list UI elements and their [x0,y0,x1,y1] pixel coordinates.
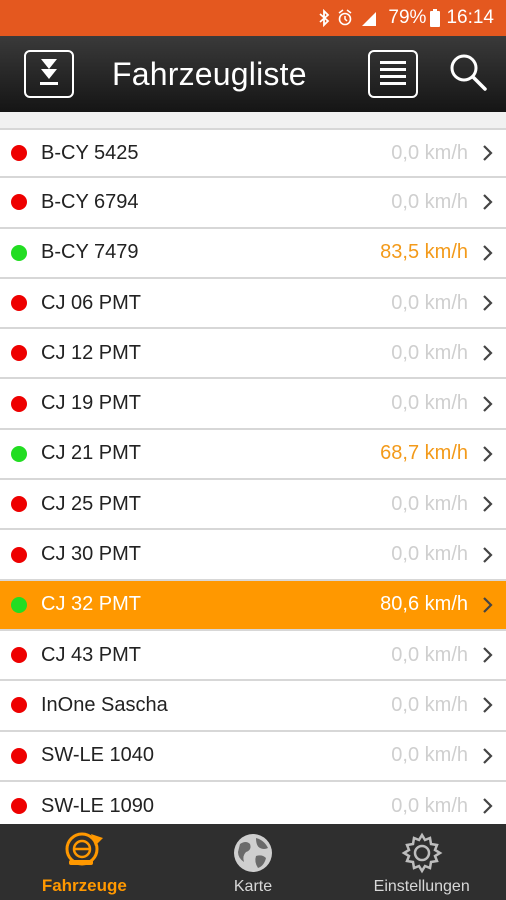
vehicle-name: CJ 19 PMT [41,392,142,415]
status-dot [11,194,27,211]
vehicle-name: CJ 30 PMT [41,543,142,566]
globe-icon [230,830,276,876]
chevron-right-icon [482,294,494,312]
vehicle-row[interactable]: CJ 19 PMT 0,0 km/h [0,379,506,430]
vehicle-speed: 0,0 km/h [391,492,468,515]
vehicle-speed: 68,7 km/h [380,442,468,465]
status-dot [11,244,27,261]
download-button[interactable] [24,50,74,98]
vehicle-row[interactable]: SW-LE 1040 0,0 km/h [0,731,506,782]
vehicle-row[interactable]: B-CY 5425 0,0 km/h [0,128,506,179]
vehicle-name: B-CY 5425 [41,141,139,164]
vehicle-name: CJ 06 PMT [41,291,142,314]
status-dot [11,697,27,714]
vehicle-name: CJ 25 PMT [41,492,142,515]
vehicle-row[interactable]: CJ 06 PMT 0,0 km/h [0,278,506,330]
menu-icon [378,58,408,91]
vehicle-name: CJ 12 PMT [41,341,142,364]
vehicle-name: CJ 32 PMT [41,593,142,616]
vehicle-name: SW-LE 1040 [41,744,155,767]
vehicle-row[interactable]: CJ 21 PMT 68,7 km/h [0,429,506,481]
chevron-right-icon [482,646,494,664]
chevron-right-icon [482,747,494,765]
vehicle-speed: 0,0 km/h [391,643,468,666]
vehicle-speed: 0,0 km/h [391,341,468,364]
vehicle-speed: 0,0 km/h [391,190,468,213]
chevron-right-icon [482,696,494,714]
vehicle-row[interactable]: InOne Sascha 0,0 km/h [0,681,506,732]
vehicle-list: B-CY 5425 0,0 km/h B-CY 6794 0,0 km/h B-… [0,112,506,824]
chevron-right-icon [482,193,494,211]
vehicle-speed: 0,0 km/h [391,291,468,314]
nav-label-karte: Karte [233,878,273,895]
chevron-right-icon [482,395,494,413]
vehicle-row[interactable]: B-CY 6794 0,0 km/h [0,178,506,229]
vehicle-name: InOne Sascha [41,693,168,716]
page-title: Fahrzeugliste [112,56,307,92]
chevron-right-icon [482,144,494,162]
nav-label-fahrzeuge: Fahrzeuge [41,876,127,895]
nav-einstellungen[interactable]: Einstellungen [337,824,506,900]
vehicles-icon [61,828,107,874]
vehicle-row[interactable]: CJ 32 PMT 80,6 km/h [0,580,506,631]
status-dot [11,295,27,312]
app-bar: Fahrzeugliste [0,36,506,112]
vehicle-row[interactable]: SW-LE 1090 0,0 km/h [0,781,506,824]
vehicle-row[interactable]: CJ 12 PMT 0,0 km/h [0,329,506,380]
status-dot [11,496,27,513]
battery-icon [430,9,441,27]
battery-percent: 79% [388,7,427,28]
bottom-navigation: Fahrzeuge Karte Einstellungen [0,824,506,900]
clock: 16:14 [446,7,494,28]
status-dot [11,345,27,362]
status-dot [11,145,27,162]
nav-fahrzeuge[interactable]: Fahrzeuge [0,824,169,900]
vehicle-name: CJ 21 PMT [41,442,142,465]
search-icon [448,52,488,97]
bluetooth-icon [318,9,330,27]
alarm-icon [336,9,354,27]
vehicle-row[interactable]: B-CY 7479 83,5 km/h [0,228,506,279]
vehicle-name: B-CY 7479 [41,241,139,264]
vehicle-speed: 83,5 km/h [380,241,468,264]
chevron-right-icon [482,495,494,513]
status-dot [11,395,27,412]
status-dot [11,546,27,563]
chevron-right-icon [482,596,494,614]
chevron-right-icon [482,244,494,262]
chevron-right-icon [482,344,494,362]
search-button[interactable] [446,52,490,96]
status-dot [11,596,27,613]
gear-icon [399,830,445,876]
chevron-right-icon [482,546,494,564]
vehicle-row[interactable]: CJ 30 PMT 0,0 km/h [0,530,506,581]
status-dot [11,647,27,664]
vehicle-speed: 80,6 km/h [380,593,468,616]
vehicle-name: CJ 43 PMT [41,643,142,666]
vehicle-row[interactable]: CJ 43 PMT 0,0 km/h [0,630,506,682]
vehicle-speed: 0,0 km/h [391,744,468,767]
vehicle-speed: 0,0 km/h [391,392,468,415]
download-icon [36,57,62,92]
vehicle-speed: 0,0 km/h [391,141,468,164]
list-menu-button[interactable] [368,50,418,98]
nav-karte[interactable]: Karte [169,824,338,900]
status-dot [11,747,27,764]
vehicle-name: SW-LE 1090 [41,794,155,817]
status-dot [11,445,27,462]
chevron-right-icon [482,797,494,815]
vehicle-speed: 0,0 km/h [391,794,468,817]
status-bar: 79% 16:14 [0,0,506,36]
vehicle-name: B-CY 6794 [41,190,139,213]
chevron-right-icon [482,445,494,463]
vehicle-speed: 0,0 km/h [391,693,468,716]
status-dot [11,798,27,814]
vehicle-speed: 0,0 km/h [391,543,468,566]
vehicle-row[interactable]: CJ 25 PMT 0,0 km/h [0,480,506,531]
signal-icon [360,9,378,27]
nav-label-einstellungen: Einstellungen [373,878,470,895]
